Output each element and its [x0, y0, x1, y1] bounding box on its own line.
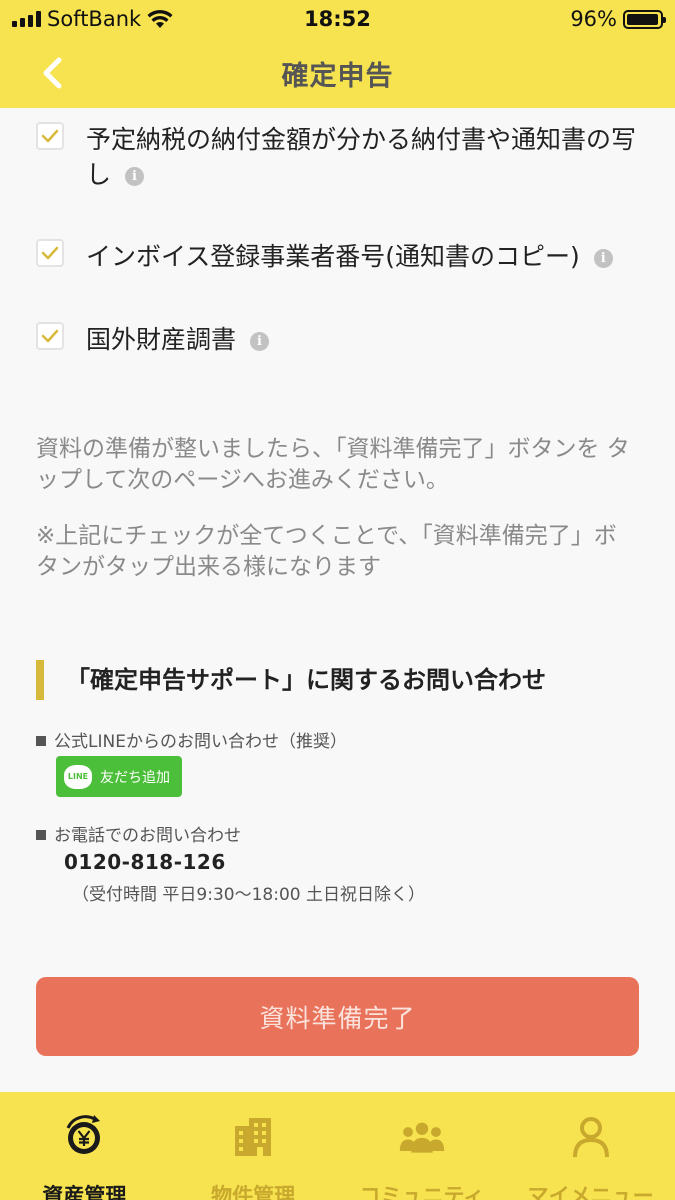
checklist-text: 国外財産調書 — [86, 325, 237, 354]
checklist-label: 国外財産調書 i — [86, 322, 646, 357]
check-icon — [41, 329, 59, 343]
checkbox[interactable] — [36, 322, 64, 350]
tab-label: マイメニュー — [527, 1184, 654, 1200]
checklist-label: インボイス登録事業者番号(通知書のコピー) i — [86, 239, 646, 274]
checklist-text: 予定納税の納付金額が分かる納付書や通知書の写し — [86, 125, 637, 189]
support-section-title: 「確定申告サポート」に関するお問い合わせ — [36, 660, 546, 700]
checklist-text: インボイス登録事業者番号(通知書のコピー) — [86, 242, 580, 271]
chevron-left-icon — [43, 57, 62, 89]
phone-contact-text: お電話でのお問い合わせ — [54, 826, 241, 846]
checklist-label: 予定納税の納付金額が分かる納付書や通知書の写し i — [86, 122, 646, 192]
checkbox[interactable] — [36, 239, 64, 267]
line-add-friend-button[interactable]: LINE 友だち追加 — [56, 756, 182, 797]
status-bar: SoftBank 18:52 96% — [0, 0, 675, 38]
tab-community[interactable]: コミュニティ — [338, 1092, 507, 1200]
person-icon — [568, 1114, 614, 1160]
line-contact-label: 公式LINEからのお問い合わせ（推奨） — [36, 730, 347, 754]
checkbox[interactable] — [36, 122, 64, 150]
checklist-item[interactable]: インボイス登録事業者番号(通知書のコピー) i — [36, 239, 646, 274]
tab-bar: 資産管理 物件管理 コミュニティ マイメニュー — [0, 1092, 675, 1200]
battery-icon — [623, 9, 666, 29]
phone-number-link[interactable]: 0120-818-126 — [64, 850, 226, 874]
tab-assets[interactable]: 資産管理 — [0, 1092, 169, 1200]
info-icon[interactable]: i — [593, 248, 613, 268]
line-logo-icon: LINE — [64, 764, 92, 789]
page-title: 確定申告 — [281, 60, 394, 92]
line-contact-text: 公式LINEからのお問い合わせ（推奨） — [54, 732, 347, 752]
tab-label: 物件管理 — [211, 1184, 296, 1200]
info-icon[interactable]: i — [125, 166, 145, 186]
phone-contact-label: お電話でのお問い合わせ — [36, 824, 241, 848]
instruction-note: 資料の準備が整いましたら、「資料準備完了」ボタンを タップして次のページへお進み… — [36, 436, 630, 493]
tab-label: コミュニティ — [359, 1184, 485, 1200]
wifi-icon — [147, 9, 173, 28]
yen-coin-icon — [61, 1114, 107, 1160]
tab-property[interactable]: 物件管理 — [169, 1092, 338, 1200]
battery-percent: 96% — [570, 7, 617, 31]
checklist-item[interactable]: 国外財産調書 i — [36, 322, 646, 357]
back-button[interactable] — [30, 53, 74, 93]
status-right: 96% — [570, 7, 666, 31]
carrier-name: SoftBank — [47, 7, 142, 31]
check-icon — [41, 129, 59, 143]
tab-label: 資産管理 — [42, 1184, 127, 1200]
battery-level — [627, 13, 658, 25]
bullet-icon — [36, 830, 46, 840]
bullet-icon — [36, 736, 46, 746]
checklist-item[interactable]: 予定納税の納付金額が分かる納付書や通知書の写し i — [36, 122, 646, 192]
info-icon[interactable]: i — [250, 331, 270, 351]
line-button-label: 友だち追加 — [100, 769, 170, 786]
check-icon — [41, 246, 59, 260]
business-hours: （受付時間 平日9:30〜18:00 土日祝日除く） — [72, 885, 425, 905]
complete-button[interactable]: 資料準備完了 — [36, 977, 639, 1056]
tab-mymenu[interactable]: マイメニュー — [506, 1092, 675, 1200]
status-left: SoftBank — [12, 7, 173, 31]
nav-header: 確定申告 — [0, 38, 675, 108]
signal-icon — [12, 11, 41, 27]
main-content: 予定納税の納付金額が分かる納付書や通知書の写し i インボイス登録事業者番号(通知… — [0, 108, 675, 1092]
building-icon — [230, 1114, 276, 1160]
checklist-note: ※上記にチェックが全てつくことで、「資料準備完了」ボタンがタップ出来る様になりま… — [36, 523, 617, 580]
people-icon — [399, 1114, 445, 1160]
